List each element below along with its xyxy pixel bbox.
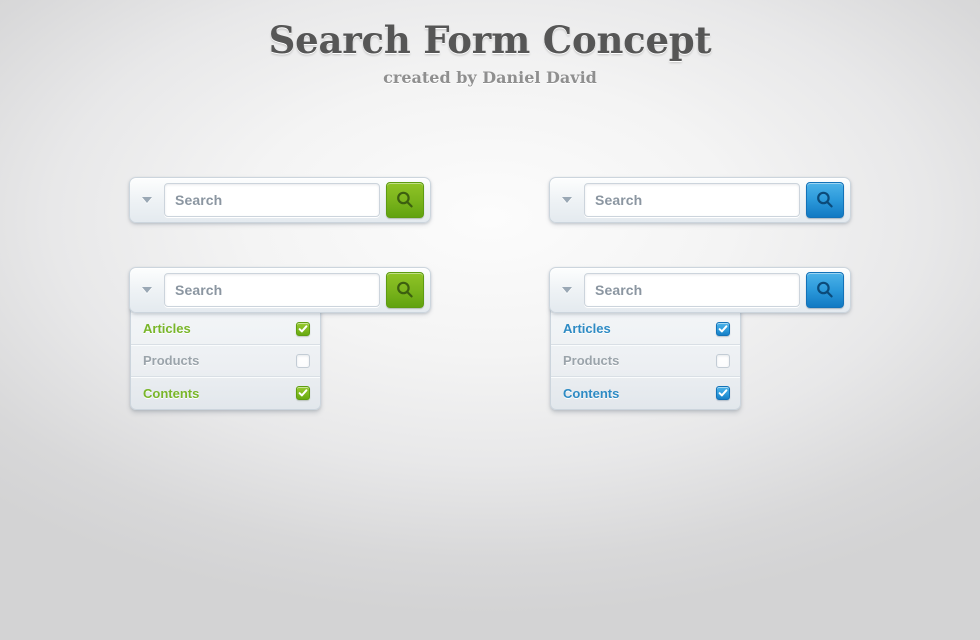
filter-dropdown-panel: Articles Products Contents (550, 307, 741, 410)
search-icon (817, 281, 833, 298)
search-icon (397, 281, 413, 298)
filter-dropdown-panel: Articles Products Contents (130, 307, 321, 410)
filter-option-articles[interactable]: Articles (131, 313, 320, 345)
chevron-down-icon (562, 287, 572, 293)
filter-option-checkbox[interactable] (716, 353, 730, 368)
filter-option-contents[interactable]: Contents (131, 377, 320, 409)
search-widget-green-collapsed: Search (129, 177, 431, 223)
search-widget-blue-collapsed: Search (549, 177, 851, 223)
search-widget-green-expanded: Search Articles Products Contents (129, 267, 431, 410)
filter-option-checkbox[interactable] (716, 321, 730, 336)
dropdown-toggle[interactable] (550, 178, 584, 222)
search-placeholder: Search (595, 192, 643, 208)
filter-option-checkbox[interactable] (296, 386, 310, 400)
search-input[interactable]: Search (584, 183, 800, 217)
chevron-down-icon (142, 287, 152, 293)
search-bar: Search (129, 177, 431, 223)
filter-option-label: Contents (563, 385, 620, 401)
search-bar: Search (549, 177, 851, 223)
search-submit-button[interactable] (806, 182, 844, 218)
filter-option-label: Contents (143, 385, 200, 401)
search-submit-button[interactable] (806, 272, 844, 308)
filter-option-checkbox[interactable] (296, 321, 310, 336)
dropdown-toggle[interactable] (130, 268, 164, 312)
search-bar: Search (129, 267, 431, 313)
search-submit-button[interactable] (386, 182, 424, 218)
search-input[interactable]: Search (164, 183, 380, 217)
widget-stage: Search Search Search Articles Products C… (0, 0, 980, 640)
filter-option-articles[interactable]: Articles (551, 313, 740, 345)
filter-option-contents[interactable]: Contents (551, 377, 740, 409)
search-placeholder: Search (175, 192, 223, 208)
search-icon (397, 191, 413, 208)
filter-option-label: Articles (143, 321, 191, 336)
chevron-down-icon (562, 197, 572, 203)
filter-option-label: Products (563, 353, 620, 368)
dropdown-toggle[interactable] (130, 178, 164, 222)
dropdown-toggle[interactable] (550, 268, 584, 312)
filter-option-checkbox[interactable] (716, 386, 730, 400)
search-input[interactable]: Search (584, 273, 800, 307)
check-icon (298, 324, 308, 332)
search-bar: Search (549, 267, 851, 313)
search-submit-button[interactable] (386, 272, 424, 308)
filter-option-checkbox[interactable] (296, 353, 310, 368)
filter-option-products[interactable]: Products (551, 345, 740, 377)
check-icon (718, 324, 728, 332)
search-icon (817, 191, 833, 208)
filter-option-label: Articles (563, 321, 611, 336)
check-icon (298, 389, 308, 397)
search-placeholder: Search (595, 282, 643, 298)
search-widget-blue-expanded: Search Articles Products Contents (549, 267, 851, 410)
search-placeholder: Search (175, 282, 223, 298)
filter-option-products[interactable]: Products (131, 345, 320, 377)
check-icon (718, 389, 728, 397)
chevron-down-icon (142, 197, 152, 203)
search-input[interactable]: Search (164, 273, 380, 307)
filter-option-label: Products (143, 353, 200, 368)
